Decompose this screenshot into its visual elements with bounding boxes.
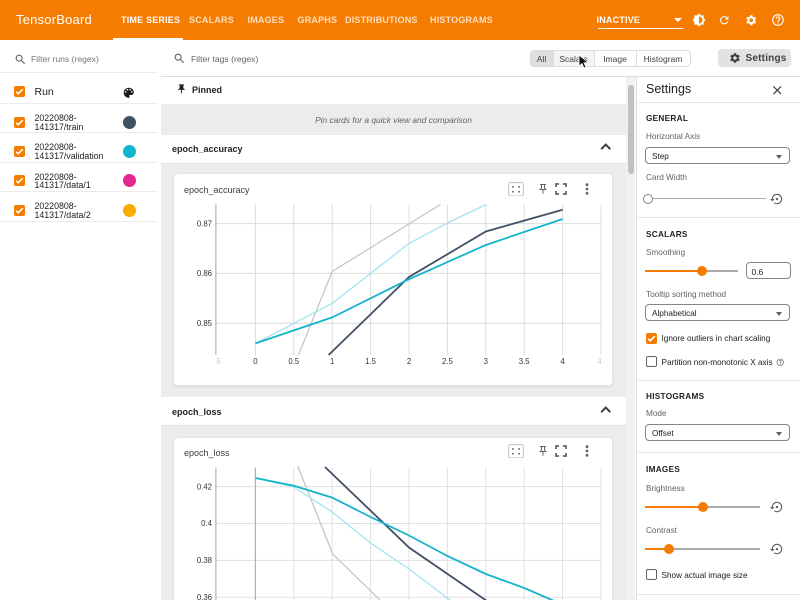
svg-text:0.86: 0.86 [197,269,212,278]
svg-text:0: 0 [253,357,258,366]
svg-text:4: 4 [597,357,602,366]
svg-text:5: 5 [216,357,221,366]
svg-text:1.5: 1.5 [365,357,377,366]
svg-text:3: 3 [484,357,488,366]
svg-text:0.36: 0.36 [197,593,212,600]
svg-text:0.4: 0.4 [201,519,213,528]
svg-text:1: 1 [330,357,334,366]
svg-text:0.85: 0.85 [197,319,213,328]
svg-text:0.42: 0.42 [197,482,212,491]
svg-text:0.5: 0.5 [288,357,300,366]
svg-text:3.5: 3.5 [519,357,531,366]
svg-text:2.5: 2.5 [442,357,454,366]
svg-text:4: 4 [560,357,565,366]
svg-text:0.38: 0.38 [197,556,212,565]
svg-text:2: 2 [407,357,411,366]
svg-text:0.87: 0.87 [197,219,212,228]
